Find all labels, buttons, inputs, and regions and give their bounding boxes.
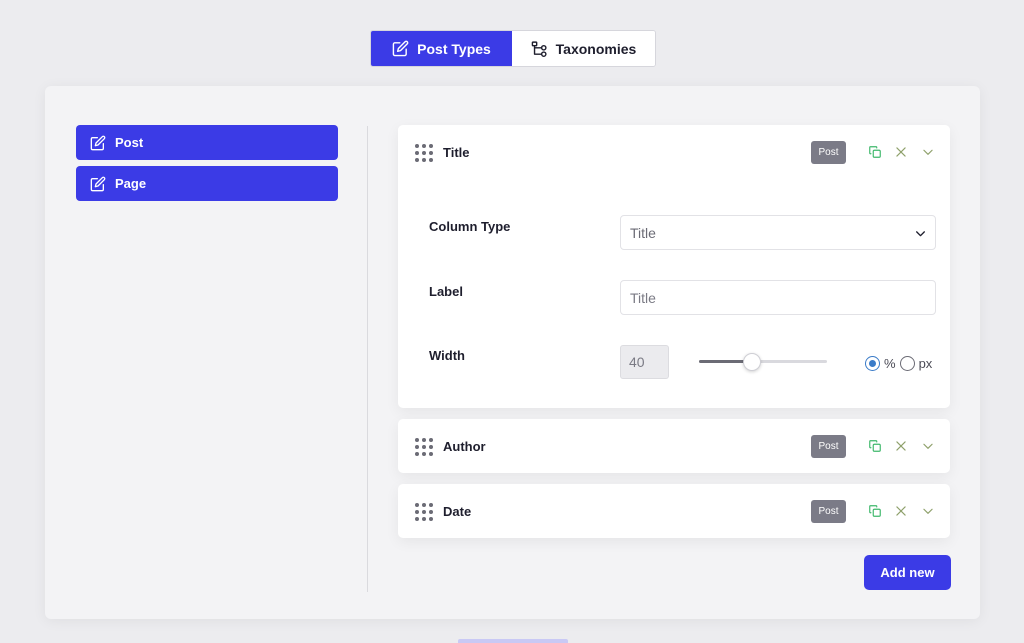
post-badge: Post [811, 141, 846, 164]
chevron-down-icon [916, 231, 925, 237]
card-title: Date [443, 504, 472, 519]
width-unit-radio-group: % px [865, 356, 932, 371]
add-new-button[interactable]: Add new [864, 555, 951, 590]
column-type-label: Column Type [429, 219, 511, 234]
duplicate-icon[interactable] [866, 437, 884, 455]
duplicate-icon[interactable] [866, 143, 884, 161]
tab-taxonomies-label: Taxonomies [555, 40, 637, 57]
sidebar-item-post[interactable]: Post [76, 125, 338, 160]
radio-px[interactable] [899, 356, 915, 371]
slider-thumb[interactable] [743, 353, 761, 371]
edit-icon [90, 176, 106, 191]
chevron-down-icon[interactable] [919, 437, 937, 455]
hierarchy-icon [531, 41, 547, 57]
unit-option-percent[interactable]: % [865, 356, 896, 371]
unit-percent-label: % [884, 356, 896, 371]
column-card-date: Date Post [398, 484, 950, 538]
column-card-title: Title Post Column Type Title Label Width… [398, 125, 950, 408]
post-badge: Post [811, 500, 846, 523]
label-input[interactable] [620, 280, 936, 315]
edit-icon [90, 135, 106, 150]
close-icon[interactable] [892, 143, 910, 161]
tab-post-types-label: Post Types [417, 40, 491, 57]
drag-handle-icon[interactable] [415, 144, 433, 162]
card-title: Author [443, 439, 486, 454]
close-icon[interactable] [892, 437, 910, 455]
card-title: Title [443, 145, 470, 160]
panel-divider [367, 126, 368, 592]
width-number-input[interactable]: 40 [620, 345, 669, 379]
drag-handle-icon[interactable] [415, 503, 433, 521]
duplicate-icon[interactable] [866, 502, 884, 520]
tab-taxonomies[interactable]: Taxonomies [512, 31, 655, 66]
chevron-down-icon[interactable] [919, 502, 937, 520]
column-type-value: Title [630, 224, 656, 241]
card-header[interactable]: Date Post [398, 484, 950, 538]
edit-icon [392, 40, 409, 57]
column-type-select[interactable]: Title [620, 215, 936, 250]
sidebar-item-label: Post [115, 135, 144, 150]
unit-px-label: px [918, 356, 933, 371]
width-slider[interactable] [699, 353, 827, 371]
top-tab-bar: Post Types Taxonomies [370, 30, 656, 67]
tab-post-types[interactable]: Post Types [371, 31, 512, 66]
post-badge: Post [811, 435, 846, 458]
width-label: Width [429, 348, 465, 363]
radio-percent[interactable] [865, 356, 880, 371]
chevron-down-icon[interactable] [919, 143, 937, 161]
unit-option-px[interactable]: px [899, 356, 933, 371]
drag-handle-icon[interactable] [415, 438, 433, 456]
card-header[interactable]: Author Post [398, 419, 950, 473]
bottom-tab-edge [458, 639, 568, 643]
label-field-label: Label [429, 284, 463, 299]
sidebar-item-label: Page [115, 176, 147, 191]
sidebar-item-page[interactable]: Page [76, 166, 338, 201]
column-card-author: Author Post [398, 419, 950, 473]
close-icon[interactable] [892, 502, 910, 520]
card-header[interactable]: Title Post [398, 125, 950, 179]
